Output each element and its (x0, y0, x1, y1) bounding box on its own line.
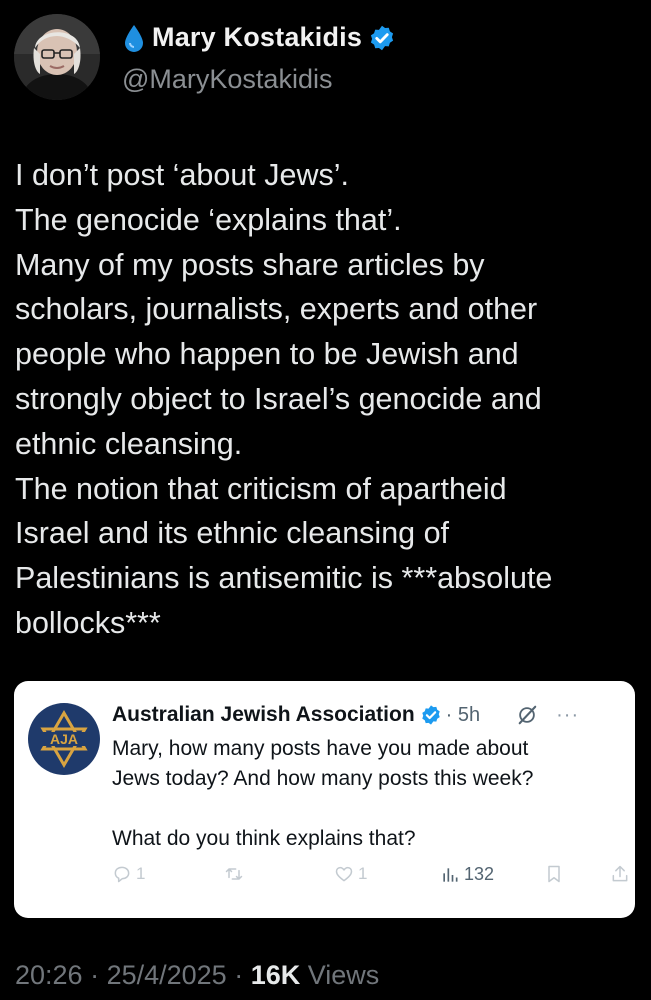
post-line: bollocks*** (15, 605, 161, 640)
aja-logo-text: AJA (50, 731, 78, 747)
quoted-text-line: Mary, how many posts have you made about (112, 737, 529, 760)
author-handle[interactable]: @MaryKostakidis (122, 64, 332, 95)
bookmark-icon (548, 865, 560, 883)
post-line: Palestinians is antisemitic is ***absolu… (15, 561, 553, 596)
reply-button[interactable]: 1 (112, 864, 145, 884)
analytics-icon (443, 867, 458, 882)
tweet-meta: 20:26 · 25/4/2025 · 16K Views (15, 960, 379, 991)
post-date[interactable]: 25/4/2025 (107, 960, 227, 990)
views-count: 132 (464, 864, 495, 884)
star-of-david-logo[interactable]: AJA (28, 703, 100, 775)
views-button[interactable]: 132 (440, 864, 494, 885)
more-options-icon[interactable]: ··· (556, 704, 579, 727)
post-line: people who happen to be Jewish and (15, 337, 519, 372)
quoted-text-line: Jews today? And how many posts this week… (112, 767, 534, 790)
heart-icon (335, 866, 353, 882)
quoted-action-bar: 1 1 132 (112, 864, 632, 892)
quoted-author-name[interactable]: Australian Jewish Association (112, 703, 415, 727)
author-name-row: Mary Kostakidis (122, 22, 396, 53)
verified-badge-icon (370, 25, 394, 50)
post-time[interactable]: 20:26 (15, 960, 83, 990)
retweet-icon (225, 868, 243, 880)
droplet-icon (125, 24, 143, 52)
post-line: Israel and its ethnic cleansing of (15, 516, 450, 551)
bookmark-button[interactable] (544, 864, 564, 884)
tweet-header: Mary Kostakidis @MaryKostakidis (14, 14, 634, 104)
grok-icon[interactable] (516, 704, 538, 726)
post-line: strongly object to Israel’s genocide and (15, 381, 542, 416)
post-line: ethnic cleansing. (15, 426, 243, 461)
quoted-text: Mary, how many posts have you made about… (112, 734, 622, 854)
quoted-header: Australian Jewish Association · 5h ··· (112, 699, 623, 731)
post-text: I don’t post ‘about Jews’. The genocide … (15, 153, 635, 646)
retweet-button[interactable] (224, 864, 248, 884)
user-photo-icon (14, 14, 100, 100)
post-line: Many of my posts share articles by (15, 247, 485, 282)
views-label: Views (300, 960, 380, 990)
like-button[interactable]: 1 (334, 864, 367, 884)
post-line: I don’t post ‘about Jews’. (15, 158, 349, 192)
quoted-timestamp[interactable]: · 5h (446, 704, 480, 727)
like-count: 1 (358, 864, 368, 883)
quoted-text-line: What do you think explains that? (112, 827, 416, 850)
meta-separator: · (82, 960, 107, 990)
post-line: The genocide ‘explains that’. (15, 202, 402, 237)
post-line: scholars, journalists, experts and other (15, 292, 538, 327)
post-line: The notion that criticism of apartheid (15, 471, 507, 506)
views-total: 16K (250, 960, 301, 990)
quoted-tweet-card[interactable]: AJA Australian Jewish Association · 5h ·… (14, 681, 635, 918)
reply-icon (114, 866, 130, 883)
share-button[interactable] (610, 864, 630, 884)
author-name[interactable]: Mary Kostakidis (152, 22, 362, 53)
author-avatar[interactable] (14, 14, 100, 100)
reply-count: 1 (136, 864, 146, 883)
meta-separator: · (226, 960, 251, 990)
verified-badge-icon (421, 705, 440, 725)
share-icon (612, 865, 628, 882)
